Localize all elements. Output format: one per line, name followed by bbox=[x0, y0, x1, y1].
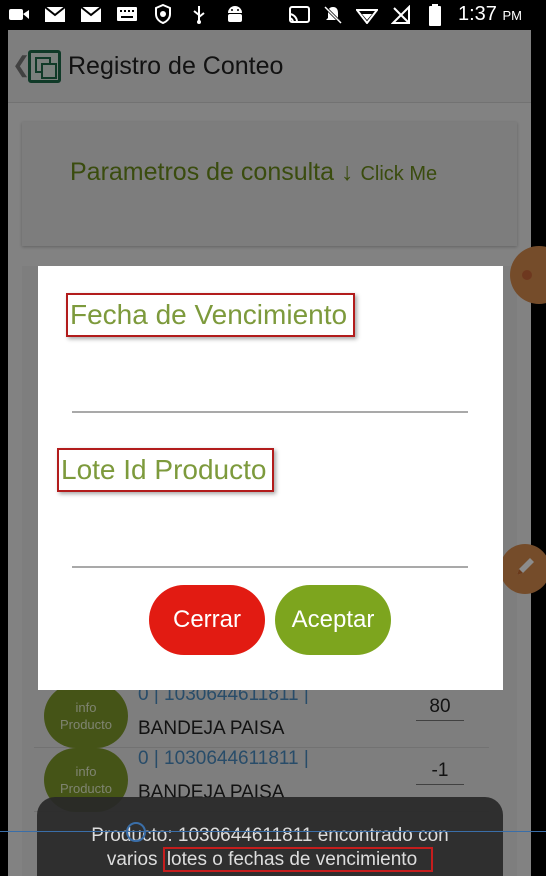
toast-highlight: lotes o fechas de vencimiento bbox=[162, 847, 434, 872]
lote-id-producto-input[interactable] bbox=[72, 540, 468, 568]
aceptar-button[interactable]: Aceptar bbox=[275, 585, 391, 655]
toast-message: Producto: 1030644611811 encontrado con v… bbox=[37, 797, 503, 876]
touch-guide-line bbox=[0, 831, 546, 832]
shield-icon bbox=[152, 4, 174, 24]
status-time: 1:37 PM bbox=[458, 3, 522, 25]
toast-line-2: varios lotes o fechas de vencimiento bbox=[37, 847, 503, 872]
video-icon bbox=[8, 4, 30, 24]
fecha-vencimiento-label: Fecha de Vencimiento bbox=[66, 293, 356, 337]
notifications-off-icon bbox=[322, 5, 344, 25]
status-icons-left bbox=[8, 4, 246, 24]
status-bar: 1:37 PM bbox=[0, 0, 546, 30]
usb-icon bbox=[188, 4, 210, 24]
lote-id-producto-label: Lote Id Producto bbox=[57, 448, 275, 492]
android-icon bbox=[224, 4, 246, 24]
toast-line-1: Producto: 1030644611811 encontrado con bbox=[91, 825, 449, 846]
mail-icon bbox=[44, 4, 66, 24]
fecha-vencimiento-input[interactable] bbox=[72, 385, 468, 413]
lote-dialog: Fecha de Vencimiento Lote Id Producto Ce… bbox=[38, 266, 503, 690]
touch-indicator bbox=[126, 822, 146, 842]
status-icons-right: 1:37 PM bbox=[288, 3, 522, 26]
cerrar-button[interactable]: Cerrar bbox=[149, 585, 265, 655]
keyboard-icon bbox=[116, 4, 138, 24]
battery-icon bbox=[424, 3, 446, 26]
cast-icon bbox=[288, 5, 310, 25]
mail-icon bbox=[80, 4, 102, 24]
wifi-icon bbox=[356, 5, 378, 25]
no-signal-icon bbox=[390, 4, 412, 25]
